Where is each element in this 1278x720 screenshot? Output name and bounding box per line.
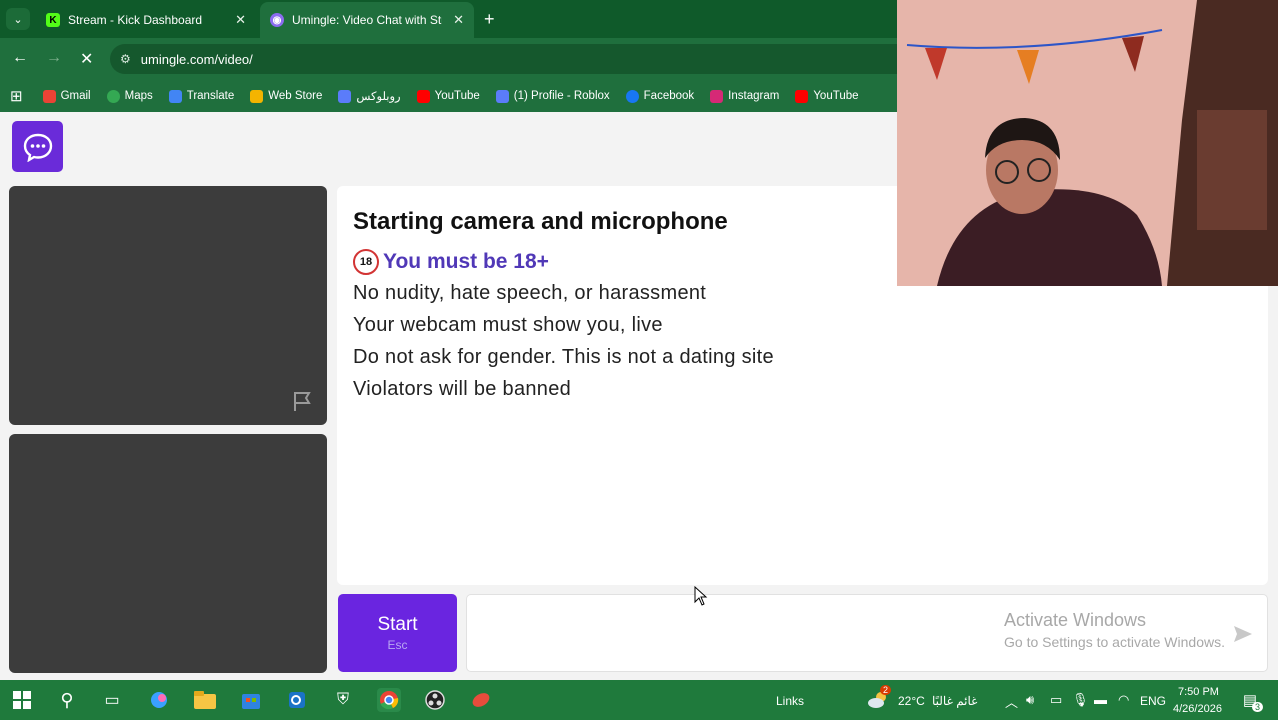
volume-icon[interactable]: 🔊︎ xyxy=(1026,692,1034,708)
windows-taskbar: ⚲ ▭ ⛨ Links 2 22°C غائم غالبًا ︿ 🔊︎ ▭ 🎙︎… xyxy=(0,680,1278,720)
start-shortcut: Esc xyxy=(387,638,408,652)
store-icon[interactable] xyxy=(239,688,263,712)
facebook-icon xyxy=(625,89,639,103)
chat-bubble-icon xyxy=(23,133,52,162)
new-tab-button[interactable]: + xyxy=(484,9,495,30)
app-icon[interactable] xyxy=(469,688,493,712)
bookmark-youtube-2[interactable]: YouTube xyxy=(795,89,859,103)
apps-icon[interactable]: ⊞ xyxy=(10,87,23,105)
links-toolbar-label[interactable]: Links xyxy=(776,694,804,708)
kick-icon: K xyxy=(46,13,60,27)
youtube-icon xyxy=(795,89,809,103)
obs-icon[interactable] xyxy=(423,688,447,712)
microphone-icon[interactable]: 🎙︎ xyxy=(1072,692,1089,708)
windows-start-icon[interactable] xyxy=(10,688,34,712)
webcam-preview xyxy=(897,0,1278,286)
bookmark-instagram[interactable]: Instagram xyxy=(710,89,779,103)
activate-title: Activate Windows xyxy=(1004,610,1147,630)
bookmark-gmail[interactable]: Gmail xyxy=(42,89,91,103)
webstore-icon xyxy=(250,89,264,103)
umingle-icon: ◉ xyxy=(270,13,284,27)
close-icon[interactable]: ✕ xyxy=(235,12,246,28)
notification-count: 3 xyxy=(1252,702,1264,712)
weather-description[interactable]: غائم غالبًا xyxy=(932,694,977,708)
stop-loading-icon[interactable]: ✕ xyxy=(80,49,93,69)
activate-subtitle: Go to Settings to activate Windows. xyxy=(1004,634,1225,650)
search-icon[interactable]: ⚲ xyxy=(55,688,79,712)
close-icon[interactable]: ✕ xyxy=(453,12,464,28)
age-notice-text: You must be 18+ xyxy=(383,250,549,273)
activate-windows-watermark: Activate Windows Go to Settings to activ… xyxy=(1004,610,1225,650)
outlook-icon[interactable] xyxy=(285,688,309,712)
mouse-cursor-icon xyxy=(694,586,708,606)
age-restriction-icon: 18 xyxy=(353,249,379,275)
bookmark-facebook[interactable]: Facebook xyxy=(625,89,694,103)
start-button[interactable]: Start Esc xyxy=(338,594,457,672)
youtube-icon xyxy=(416,89,430,103)
bookmark-web-store[interactable]: Web Store xyxy=(250,89,322,103)
roblox-icon xyxy=(495,89,509,103)
clock-date[interactable]: 4/26/2026 xyxy=(1173,703,1222,715)
umingle-logo[interactable] xyxy=(12,121,63,172)
tab-title: Stream - Kick Dashboard xyxy=(68,13,203,27)
roblox-icon xyxy=(338,89,352,103)
back-icon[interactable]: ← xyxy=(12,49,28,67)
chevron-up-icon[interactable]: ︿ xyxy=(1005,692,1018,711)
task-view-icon[interactable]: ▭ xyxy=(100,688,124,712)
battery-icon[interactable]: ▬ xyxy=(1094,692,1107,707)
language-indicator[interactable]: ENG xyxy=(1140,694,1166,708)
age-notice: 18 You must be 18+ xyxy=(353,249,549,275)
rule-item: No nudity, hate speech, or harassment xyxy=(353,282,707,304)
tab-title: Umingle: Video Chat with Stran xyxy=(292,13,442,27)
chrome-icon[interactable] xyxy=(377,688,401,712)
tab-kick-dashboard[interactable]: K Stream - Kick Dashboard ✕ xyxy=(36,2,256,38)
bookmark-roblox-profile[interactable]: (1) Profile - Roblox xyxy=(495,89,610,103)
weather-badge: 2 xyxy=(880,685,892,695)
rule-item: Do not ask for gender. This is not a dat… xyxy=(353,346,774,368)
display-icon[interactable]: ▭ xyxy=(1050,692,1062,708)
bookmark-translate[interactable]: Translate xyxy=(168,89,234,103)
translate-icon xyxy=(168,89,182,103)
partner-video xyxy=(9,186,327,425)
bookmark-maps[interactable]: Maps xyxy=(106,89,153,103)
tab-search-button[interactable]: ⌄ xyxy=(6,8,30,30)
rule-item: Violators will be banned xyxy=(353,378,572,400)
clock-time[interactable]: 7:50 PM xyxy=(1178,686,1219,698)
site-settings-icon[interactable]: ⚙ xyxy=(120,52,131,66)
security-icon[interactable]: ⛨ xyxy=(331,688,355,712)
url-text: umingle.com/video/ xyxy=(140,51,253,67)
file-explorer-icon[interactable] xyxy=(193,688,217,712)
maps-icon xyxy=(106,89,120,103)
forward-icon[interactable]: → xyxy=(46,49,62,67)
bookmark-roblox-ar[interactable]: روبلوكس xyxy=(338,89,401,103)
webcam-image xyxy=(897,0,1278,286)
start-label: Start xyxy=(377,614,418,635)
tab-umingle[interactable]: ◉ Umingle: Video Chat with Stran ✕ xyxy=(260,2,474,38)
report-flag-icon[interactable] xyxy=(291,389,315,413)
wifi-icon[interactable]: ◠ xyxy=(1118,692,1129,708)
instagram-icon xyxy=(710,89,724,103)
copilot-icon[interactable] xyxy=(147,688,171,712)
weather-temp[interactable]: 22°C xyxy=(898,694,925,708)
self-video xyxy=(9,434,327,673)
send-icon[interactable] xyxy=(1232,623,1254,645)
bookmark-youtube[interactable]: YouTube xyxy=(416,89,480,103)
gmail-icon xyxy=(42,89,56,103)
page-title: Starting camera and microphone xyxy=(353,208,728,235)
rule-item: Your webcam must show you, live xyxy=(353,314,663,336)
